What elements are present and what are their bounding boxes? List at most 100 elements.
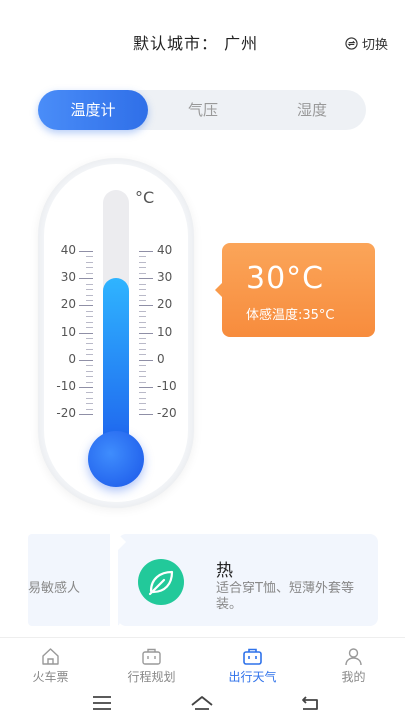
scale-tick: [86, 343, 93, 345]
scale-label-left: 20: [60, 297, 76, 312]
tab-thermometer[interactable]: 温度计: [38, 90, 148, 130]
briefcase-icon: [142, 648, 161, 665]
switch-city-button[interactable]: 切换: [345, 34, 388, 53]
scale-tick: [86, 408, 93, 410]
scale-tick: [86, 261, 93, 263]
leaf-icon: [138, 559, 184, 605]
scale-tick: [86, 397, 93, 399]
scale-tick: [139, 305, 153, 307]
scale-tick: [139, 251, 153, 252]
scale-label-left: 0: [68, 351, 76, 366]
scale-tick: [86, 272, 93, 274]
mercury-level: [103, 278, 129, 445]
scale-tick: [79, 278, 93, 280]
tab-humidity[interactable]: 湿度: [258, 90, 366, 130]
scale-label-right: 0: [157, 351, 165, 366]
scale-tick: [86, 381, 93, 383]
home-icon: [42, 648, 59, 665]
bottom-tab-mine[interactable]: 我的: [303, 638, 404, 688]
scale-tick: [139, 397, 146, 399]
scale-tick: [139, 387, 153, 388]
swap-icon: [345, 37, 358, 50]
tab-pressure[interactable]: 气压: [148, 90, 258, 130]
scale-tick: [139, 283, 146, 285]
scale-label-left: 30: [60, 270, 76, 285]
scale-tick: [86, 267, 93, 269]
previous-card-text: 易敏感人: [28, 581, 81, 596]
scale-tick: [139, 370, 146, 372]
advice-description: 适合穿T恤、短薄外套等装。: [216, 581, 354, 612]
scale-tick: [139, 403, 146, 405]
scale-label-right: 20: [157, 297, 173, 312]
scale-tick: [79, 332, 93, 334]
scale-tick: [86, 256, 93, 258]
scale-tick: [139, 294, 146, 296]
scale-tick: [139, 359, 153, 361]
scale-tick: [86, 299, 93, 301]
feels-like-temperature: 体感温度:35°C: [246, 308, 335, 323]
scale-tick: [86, 283, 93, 285]
scale-tick: [86, 365, 93, 367]
scale-tick: [139, 327, 146, 329]
scale-tick: [139, 256, 146, 258]
advice-card-previous[interactable]: 易敏感人: [28, 534, 120, 626]
home-button-icon[interactable]: [190, 692, 214, 714]
scale-tick: [139, 376, 146, 378]
scale-tick: [79, 414, 93, 416]
bottom-tab-train-tickets[interactable]: 火车票: [0, 638, 101, 688]
scale-label-right: 40: [157, 243, 173, 257]
scale-tick: [79, 305, 93, 307]
scale-tick: [86, 294, 93, 296]
scale-tick: [139, 267, 146, 269]
bottom-tab-bar: 火车票 行程规划 出行天气 我的: [0, 637, 405, 687]
advice-carousel[interactable]: 易敏感人 热 适合穿T恤、短薄外套等装。: [28, 534, 378, 626]
switch-label: 切换: [361, 38, 388, 53]
scale-tick: [139, 392, 146, 394]
scale-tick: [139, 348, 146, 350]
scale-tick: [139, 299, 146, 301]
thermometer-bulb: [88, 431, 144, 487]
scale-tick: [139, 414, 153, 416]
scale-tick: [86, 403, 93, 405]
scale-label-left: 10: [60, 324, 76, 339]
default-city-label: 默认城市： 广州: [133, 34, 259, 53]
bottom-tab-travel-weather[interactable]: 出行天气: [202, 638, 303, 688]
scale-label-left: 40: [60, 243, 76, 257]
scale-tick: [86, 370, 93, 372]
header: 默认城市： 广州 切换: [0, 30, 405, 58]
scale-label-right: -10: [157, 379, 177, 393]
back-icon[interactable]: [298, 692, 322, 714]
scale-tick: [86, 321, 93, 323]
scale-tick: [79, 387, 93, 388]
scale-tick: [86, 376, 93, 378]
scale-tick: [86, 316, 93, 318]
scale-label-right: -20: [157, 406, 177, 421]
scale-label-left: -20: [56, 406, 76, 421]
scale-tick: [86, 392, 93, 394]
scale-tick: [86, 348, 93, 350]
scale-tick: [139, 338, 146, 340]
scale-tick: [86, 338, 93, 340]
scale-tick: [79, 251, 93, 252]
advice-title: 热: [216, 561, 233, 581]
scale-tick: [139, 408, 146, 410]
scale-tick: [139, 278, 153, 280]
scale-tick: [79, 359, 93, 361]
person-icon: [345, 648, 362, 666]
briefcase-icon: [243, 648, 262, 665]
scale-tick: [139, 289, 146, 291]
scale-tick: [86, 327, 93, 329]
scale-label-right: 30: [157, 270, 173, 285]
scale-tick: [139, 343, 146, 345]
scale-tick: [139, 316, 146, 318]
scale-tick: [139, 354, 146, 356]
menu-icon[interactable]: [90, 692, 114, 714]
scale-tick: [139, 365, 146, 367]
scale-label-left: -10: [56, 379, 76, 393]
scale-tick: [139, 381, 146, 383]
scale-tick: [139, 332, 153, 334]
scale-tick: [139, 261, 146, 263]
scale-tick: [139, 272, 146, 274]
unit-label: °C: [135, 188, 155, 207]
bottom-tab-trip-planning[interactable]: 行程规划: [101, 638, 202, 688]
